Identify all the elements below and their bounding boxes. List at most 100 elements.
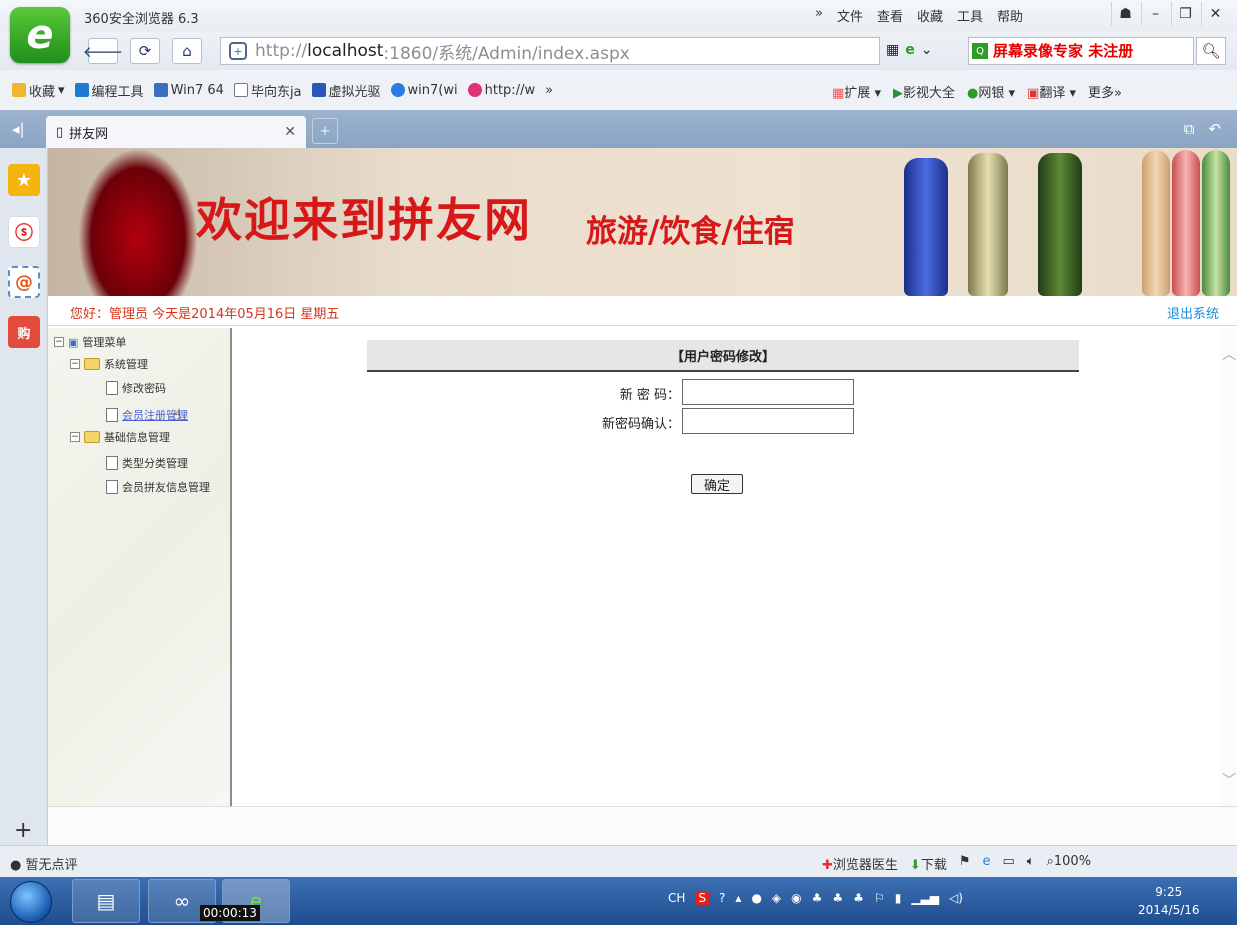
qq-icon[interactable]: ♣	[832, 891, 843, 905]
security-shield-icon: +	[229, 42, 247, 60]
ad-filter-icon[interactable]: ⚑	[959, 854, 971, 873]
ie-mode-icon[interactable]: e	[905, 42, 915, 58]
qr-code-icon[interactable]: ▦	[886, 42, 899, 58]
netbank-button[interactable]: ●网银 ▾	[967, 82, 1015, 101]
window-controls: ☗ – ❐ ✕	[1111, 2, 1229, 26]
banner-subtitle: 旅游/饮食/住宿	[586, 214, 795, 250]
qq-icon[interactable]: ♣	[812, 891, 823, 905]
web-page: 欢迎来到拼友网 旅游/饮食/住宿 您好：管理员 今天是2014年05月16日 星…	[48, 148, 1237, 845]
tab-pinyou[interactable]: ▯ 拼友网 ✕	[46, 116, 306, 148]
translate-button[interactable]: ▣翻译 ▾	[1027, 82, 1076, 101]
extensions-button[interactable]: ▦扩展 ▾	[832, 82, 881, 101]
sogou-icon[interactable]: S	[695, 891, 710, 905]
refresh-button[interactable]: ⟳	[130, 38, 160, 64]
favorites-star-icon[interactable]: ★	[8, 164, 40, 196]
tray-expand-icon[interactable]: ▴	[735, 891, 741, 905]
scroll-up-icon[interactable]: ︿	[1222, 344, 1236, 364]
bookmark-win7[interactable]: win7(wi	[390, 83, 458, 98]
close-button[interactable]: ✕	[1201, 2, 1229, 26]
shield-icon[interactable]: ◉	[791, 891, 801, 905]
search-engine-icon[interactable]: Q	[972, 43, 988, 59]
restore-button[interactable]: ❐	[1171, 2, 1199, 26]
collapse-icon[interactable]: −	[70, 432, 80, 442]
back-button[interactable]: 🡐	[83, 38, 123, 64]
tree-group-basic-info[interactable]: − 基础信息管理	[70, 429, 170, 445]
tree-root[interactable]: − ▣ 管理菜单	[54, 334, 126, 350]
collapse-icon[interactable]: −	[54, 337, 64, 347]
start-button[interactable]	[10, 881, 52, 923]
doctor-icon: ✚	[822, 858, 833, 873]
bottle-image	[968, 153, 1008, 296]
undo-close-icon[interactable]: ↶	[1208, 120, 1221, 138]
globe-icon	[390, 83, 405, 97]
shopping-icon[interactable]: 购	[8, 316, 40, 348]
home-button[interactable]: ⌂	[172, 38, 202, 64]
add-sidebar-icon[interactable]: +	[14, 818, 32, 843]
volume-icon[interactable]: 🔈︎	[1027, 854, 1035, 873]
menu-file[interactable]: 文件	[837, 6, 863, 25]
bookmark-win7-64[interactable]: Win7 64	[153, 83, 224, 98]
search-input[interactable]: Q 屏幕录像专家 未注册	[968, 37, 1194, 65]
confirm-password-input[interactable]	[682, 408, 854, 434]
logout-link[interactable]: 退出系统	[1167, 303, 1219, 322]
tree-item-category[interactable]: 类型分类管理	[106, 455, 188, 471]
comment-icon: ●	[10, 858, 22, 873]
weibo-icon[interactable]: ⓢ	[8, 216, 40, 248]
scroll-down-icon[interactable]: ﹀	[1222, 770, 1236, 790]
folder-icon	[84, 431, 100, 443]
video-button[interactable]: ▶影视大全	[893, 82, 955, 101]
page-icon: ▯	[56, 124, 64, 140]
tab-close-icon[interactable]: ✕	[284, 124, 296, 140]
bottle-image	[904, 158, 948, 296]
help-icon[interactable]: ?	[719, 891, 725, 905]
collapse-icon[interactable]: −	[70, 359, 80, 369]
address-bar[interactable]: + http://localhost:1860/系统/Admin/index.a…	[220, 37, 880, 65]
skin-icon[interactable]: ☗	[1111, 2, 1139, 26]
bookmark-virtual-drive[interactable]: 虚拟光驱	[311, 81, 381, 100]
more-button[interactable]: 更多»	[1088, 82, 1122, 101]
ie-icon[interactable]: e	[983, 854, 991, 873]
minimize-button[interactable]: –	[1141, 2, 1169, 26]
new-tab-button[interactable]: +	[312, 118, 338, 144]
speaker-icon[interactable]: ◁)	[949, 891, 963, 905]
menu-more-icon[interactable]: »	[815, 6, 823, 25]
dropdown-chevron-icon[interactable]: ⌄	[921, 42, 933, 58]
language-indicator[interactable]: CH	[668, 891, 685, 905]
bookmark-favorites[interactable]: 收藏 ▾	[12, 81, 65, 100]
scrollbar[interactable]: ︿ ﹀	[1219, 328, 1237, 806]
review-status[interactable]: ● 暂无点评	[10, 854, 78, 873]
zoom-control[interactable]: ⌕100%	[1047, 854, 1091, 873]
qq-icon[interactable]: ♣	[853, 891, 864, 905]
tray-app-icon[interactable]: ●	[751, 891, 761, 905]
sidebar-toggle-icon[interactable]: ◂|	[12, 120, 25, 138]
signal-icon[interactable]: ▁▃▅	[911, 891, 939, 905]
browser-doctor-button[interactable]: ✚浏览器医生	[822, 854, 898, 873]
wine-glass-image	[78, 148, 198, 296]
bookmark-programming-tools[interactable]: 编程工具	[74, 81, 144, 100]
menu-help[interactable]: 帮助	[997, 6, 1023, 25]
new-password-input[interactable]	[682, 379, 854, 405]
tree-item-member-registration[interactable]: 会员注册管理 ☝	[106, 405, 188, 424]
window-icon[interactable]: ▭	[1003, 854, 1015, 873]
tab-list-icon[interactable]: ⧉	[1184, 120, 1195, 138]
tree-item-change-password[interactable]: 修改密码	[106, 380, 166, 396]
menu-tools[interactable]: 工具	[957, 6, 983, 25]
menu-view[interactable]: 查看	[877, 6, 903, 25]
bookmark-bixiangdong[interactable]: 毕向东ja	[233, 81, 302, 100]
download-button[interactable]: ⬇下载	[910, 854, 947, 873]
antivirus-icon[interactable]: ◈	[772, 891, 781, 905]
info-bar: 您好：管理员 今天是2014年05月16日 星期五 退出系统	[48, 296, 1237, 326]
network-icon[interactable]: ▮	[895, 891, 902, 905]
tree-group-system[interactable]: − 系统管理	[70, 356, 148, 372]
extensions-icon: ▦	[832, 86, 845, 101]
bookmarks-overflow[interactable]: »	[545, 83, 553, 98]
explorer-task[interactable]: ▤	[72, 879, 140, 923]
bookmark-http[interactable]: http://w	[467, 83, 535, 98]
tree-item-member-info[interactable]: 会员拼友信息管理	[106, 479, 210, 495]
menu-favorites[interactable]: 收藏	[917, 6, 943, 25]
confirm-button[interactable]: 确定	[691, 474, 743, 494]
flag-icon[interactable]: ⚐	[874, 891, 885, 905]
mail-icon[interactable]: @	[8, 266, 40, 298]
search-button[interactable]: 🔍︎	[1196, 37, 1226, 65]
clock[interactable]: 9:25 2014/5/16	[1138, 883, 1200, 919]
